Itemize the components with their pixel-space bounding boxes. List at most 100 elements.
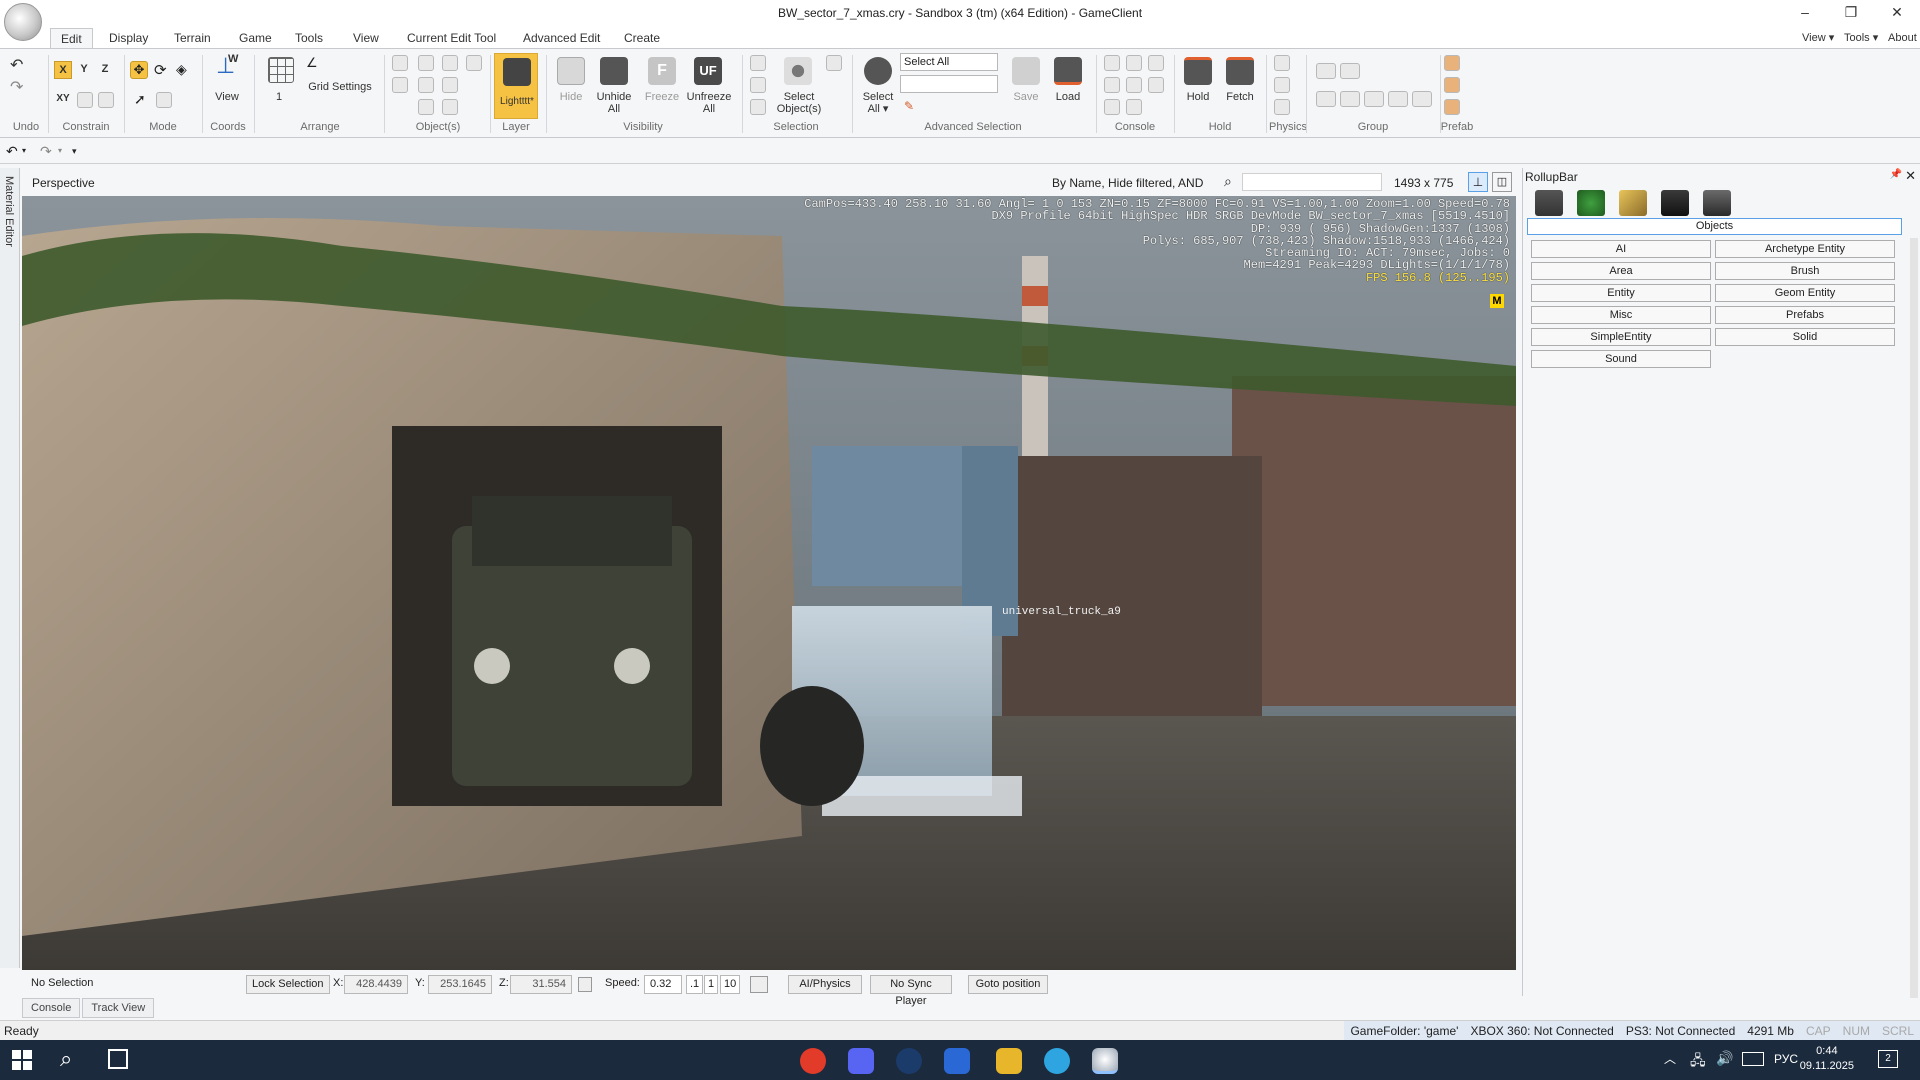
object-type-simpleentity-button[interactable]: SimpleEntity	[1531, 328, 1711, 346]
display-settings-icon[interactable]	[1661, 190, 1689, 216]
sync-player-button[interactable]: No Sync Player	[870, 975, 952, 1007]
minimize-button[interactable]: –	[1782, 0, 1828, 26]
rotate-icon[interactable]: ⟳	[154, 61, 167, 79]
select-tool-icon[interactable]: ✎	[904, 99, 914, 113]
tab-view[interactable]: View	[343, 28, 389, 48]
speed-preset-1[interactable]: 1	[704, 975, 719, 994]
paste-icon[interactable]	[442, 99, 458, 115]
load-selection-icon[interactable]	[1054, 57, 1082, 85]
physics-reset-icon[interactable]	[1274, 99, 1290, 115]
xbox-app-icon[interactable]	[944, 1048, 970, 1074]
qat-undo-icon[interactable]: ↶	[6, 143, 18, 160]
viewport-search-input[interactable]	[1242, 173, 1382, 191]
tab-current-edit-tool[interactable]: Current Edit Tool	[397, 28, 506, 48]
grid-icon[interactable]	[268, 57, 294, 83]
input-language[interactable]: РУС	[1774, 1052, 1798, 1066]
sandbox-app-icon[interactable]	[1092, 1048, 1118, 1074]
select-all-icon[interactable]	[864, 57, 892, 85]
hide-eye-icon[interactable]	[557, 57, 585, 85]
object-type-entity-button[interactable]: Entity	[1531, 284, 1711, 302]
constrain-x-button[interactable]: X	[54, 61, 72, 79]
network-icon[interactable]: 🖧	[1690, 1050, 1706, 1074]
save-selection-button[interactable]: Save	[1004, 91, 1048, 103]
link-icon[interactable]	[392, 55, 408, 71]
object-type-misc-button[interactable]: Misc	[1531, 306, 1711, 324]
tab-tools[interactable]: Tools	[285, 28, 333, 48]
tab-create[interactable]: Create	[614, 28, 670, 48]
prefab-make-icon[interactable]	[1444, 55, 1460, 71]
goto-position-button[interactable]: Goto position	[968, 975, 1048, 994]
discord-icon[interactable]	[848, 1048, 874, 1074]
constrain-y-button[interactable]: Y	[75, 61, 93, 79]
freeze-icon[interactable]: F	[648, 57, 676, 85]
notification-center-icon[interactable]: 2	[1878, 1050, 1898, 1068]
modeling-icon[interactable]	[1619, 190, 1647, 216]
align-icon[interactable]	[418, 55, 434, 71]
speed-input[interactable]: 0.32	[644, 975, 682, 994]
selection-lock-icon[interactable]	[826, 55, 842, 71]
taskbar-search-icon[interactable]: ⌕	[60, 1046, 72, 1072]
goggles-icon[interactable]	[418, 77, 434, 93]
pivot-icon[interactable]	[442, 55, 458, 71]
objects-category-button[interactable]: Objects	[1527, 218, 1902, 235]
viewport-axis-icon[interactable]: ⊥	[1468, 172, 1488, 192]
move-icon[interactable]: ✥	[130, 61, 148, 79]
select-arrow-icon[interactable]: ➚	[134, 91, 146, 108]
constrain-xy-button[interactable]: XY	[54, 91, 72, 109]
console-gear-icon[interactable]	[1126, 77, 1142, 93]
select-all-combo[interactable]: Select All	[900, 53, 998, 71]
constrain-terrain-icon[interactable]	[77, 92, 93, 108]
group-open-icon[interactable]	[1316, 91, 1336, 107]
select-box-icon[interactable]	[750, 55, 766, 71]
group-make-icon[interactable]	[1316, 63, 1336, 79]
object-type-ai-button[interactable]: AI	[1531, 240, 1711, 258]
fetch-icon[interactable]	[1226, 57, 1254, 85]
unhide-eye-icon[interactable]	[600, 57, 628, 85]
app-logo-icon[interactable]	[4, 3, 42, 41]
close-button[interactable]: ✕	[1874, 0, 1920, 26]
tab-edit[interactable]: Edit	[50, 28, 93, 48]
volume-icon[interactable]: 🔊	[1716, 1050, 1733, 1067]
unhide-all-button[interactable]: Unhide All	[592, 91, 636, 115]
hide-button[interactable]: Hide	[552, 91, 590, 103]
steam-icon[interactable]	[896, 1048, 922, 1074]
unfreeze-icon[interactable]: UF	[694, 57, 722, 85]
rollup-close-button[interactable]: ✕	[1905, 168, 1916, 184]
console-cmd8-icon[interactable]	[1126, 99, 1142, 115]
rollup-scrollbar[interactable]	[1910, 238, 1918, 998]
physics-get-state-icon[interactable]	[1274, 77, 1290, 93]
layer-button[interactable]: Lightttt*	[494, 53, 538, 119]
tray-expand-icon[interactable]: ︿	[1664, 1050, 1676, 1067]
grid-size-value[interactable]: 1	[276, 91, 282, 103]
select-all-button[interactable]: Select All ▾	[856, 91, 900, 115]
select-objects-button[interactable]: Select Object(s)	[770, 91, 828, 115]
group-attach-icon[interactable]	[1364, 91, 1384, 107]
keyboard-icon[interactable]	[1742, 1052, 1764, 1066]
pin-icon[interactable]: 📌	[1890, 169, 1902, 180]
angle-snap-icon[interactable]: ∠	[306, 55, 318, 71]
3d-viewport[interactable]: CamPos=433.40 258.10 31.60 Angl= 1 0 153…	[22, 196, 1516, 970]
file-explorer-icon[interactable]	[996, 1048, 1022, 1074]
y-coordinate-input[interactable]: 253.1645	[428, 975, 492, 994]
console-cmd1-icon[interactable]	[1104, 55, 1120, 71]
speed-preset-10[interactable]: 10	[720, 975, 741, 994]
viewport-type-label[interactable]: Perspective	[32, 176, 95, 190]
menu-about[interactable]: About	[1878, 28, 1920, 48]
select-filter-combo[interactable]	[900, 75, 998, 93]
ai-physics-button[interactable]: AI/Physics	[788, 975, 862, 994]
terrain-follow-icon[interactable]	[750, 976, 768, 993]
z-coordinate-input[interactable]: 31.554	[510, 975, 572, 994]
object-type-area-button[interactable]: Area	[1531, 262, 1711, 280]
deselect-icon[interactable]	[750, 77, 766, 93]
load-selection-button[interactable]: Load	[1046, 91, 1090, 103]
hold-button[interactable]: Hold	[1178, 91, 1218, 103]
lock-selection-button[interactable]: Lock Selection	[246, 975, 330, 994]
object-type-prefabs-button[interactable]: Prefabs	[1715, 306, 1895, 324]
console-cmd2-icon[interactable]	[1126, 55, 1142, 71]
console-cmd3-icon[interactable]	[1148, 55, 1164, 71]
console-cmd4-icon[interactable]	[1104, 77, 1120, 93]
group-detach-icon[interactable]	[1388, 91, 1408, 107]
qat-undo-dropdown-icon[interactable]: ▾	[22, 146, 26, 155]
group-settings-icon[interactable]	[1412, 91, 1432, 107]
windows-start-icon[interactable]	[12, 1050, 32, 1070]
